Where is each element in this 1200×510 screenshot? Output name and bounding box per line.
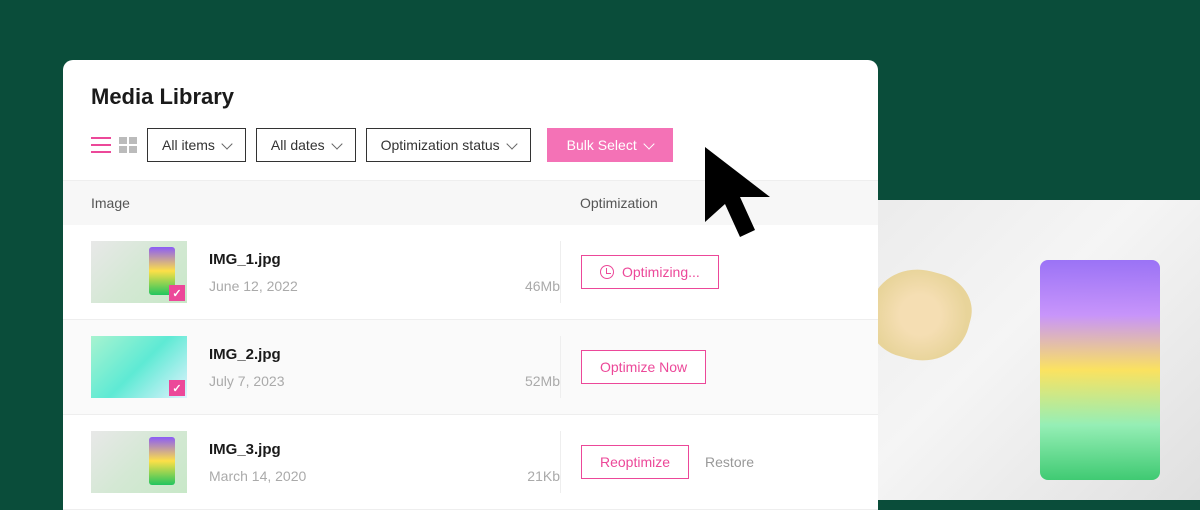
file-size: 46Mb	[525, 278, 560, 294]
thumbnail[interactable]	[91, 336, 187, 398]
table-row: IMG_2.jpg July 7, 2023 52Mb Optimize Now	[63, 320, 878, 415]
chevron-down-icon	[643, 138, 654, 149]
filename[interactable]: IMG_2.jpg	[209, 346, 560, 363]
filter-optimization-label: Optimization status	[381, 137, 500, 153]
optimize-now-label: Optimize Now	[600, 359, 687, 375]
thumbnail[interactable]	[91, 241, 187, 303]
reoptimize-button[interactable]: Reoptimize	[581, 445, 689, 479]
grid-view-icon[interactable]	[119, 137, 137, 153]
reoptimize-label: Reoptimize	[600, 454, 670, 470]
optimizing-label: Optimizing...	[622, 264, 700, 280]
table-row: IMG_3.jpg March 14, 2020 21Kb Reoptimize…	[63, 415, 878, 510]
filter-dates-dropdown[interactable]: All dates	[256, 128, 356, 162]
file-date: June 12, 2022	[209, 278, 298, 294]
file-size: 52Mb	[525, 373, 560, 389]
restore-link[interactable]: Restore	[705, 454, 754, 470]
page-title: Media Library	[91, 84, 850, 110]
checkmark-icon	[169, 285, 185, 301]
view-toggle	[91, 137, 137, 153]
media-library-panel: Media Library All items All dates Optimi…	[63, 60, 878, 510]
column-header-image: Image	[91, 195, 560, 211]
chevron-down-icon	[331, 138, 342, 149]
chevron-down-icon	[221, 138, 232, 149]
clock-icon	[600, 265, 614, 279]
thumbnail[interactable]	[91, 431, 187, 493]
file-size: 21Kb	[527, 468, 560, 484]
file-date: March 14, 2020	[209, 468, 306, 484]
file-date: July 7, 2023	[209, 373, 285, 389]
filter-optimization-dropdown[interactable]: Optimization status	[366, 128, 531, 162]
list-view-icon[interactable]	[91, 137, 111, 153]
bulk-select-button[interactable]: Bulk Select	[547, 128, 673, 162]
toolbar: All items All dates Optimization status …	[63, 128, 878, 180]
table-header: Image Optimization	[63, 180, 878, 225]
filter-items-dropdown[interactable]: All items	[147, 128, 246, 162]
bulk-select-label: Bulk Select	[567, 137, 637, 153]
chevron-down-icon	[506, 138, 517, 149]
optimize-now-button[interactable]: Optimize Now	[581, 350, 706, 384]
checkmark-icon	[169, 380, 185, 396]
table-row: IMG_1.jpg June 12, 2022 46Mb Optimizing.…	[63, 225, 878, 320]
column-header-optimization: Optimization	[560, 195, 850, 211]
filter-dates-label: All dates	[271, 137, 325, 153]
filename[interactable]: IMG_3.jpg	[209, 441, 560, 458]
filter-items-label: All items	[162, 137, 215, 153]
optimizing-status: Optimizing...	[581, 255, 719, 289]
filename[interactable]: IMG_1.jpg	[209, 251, 560, 268]
